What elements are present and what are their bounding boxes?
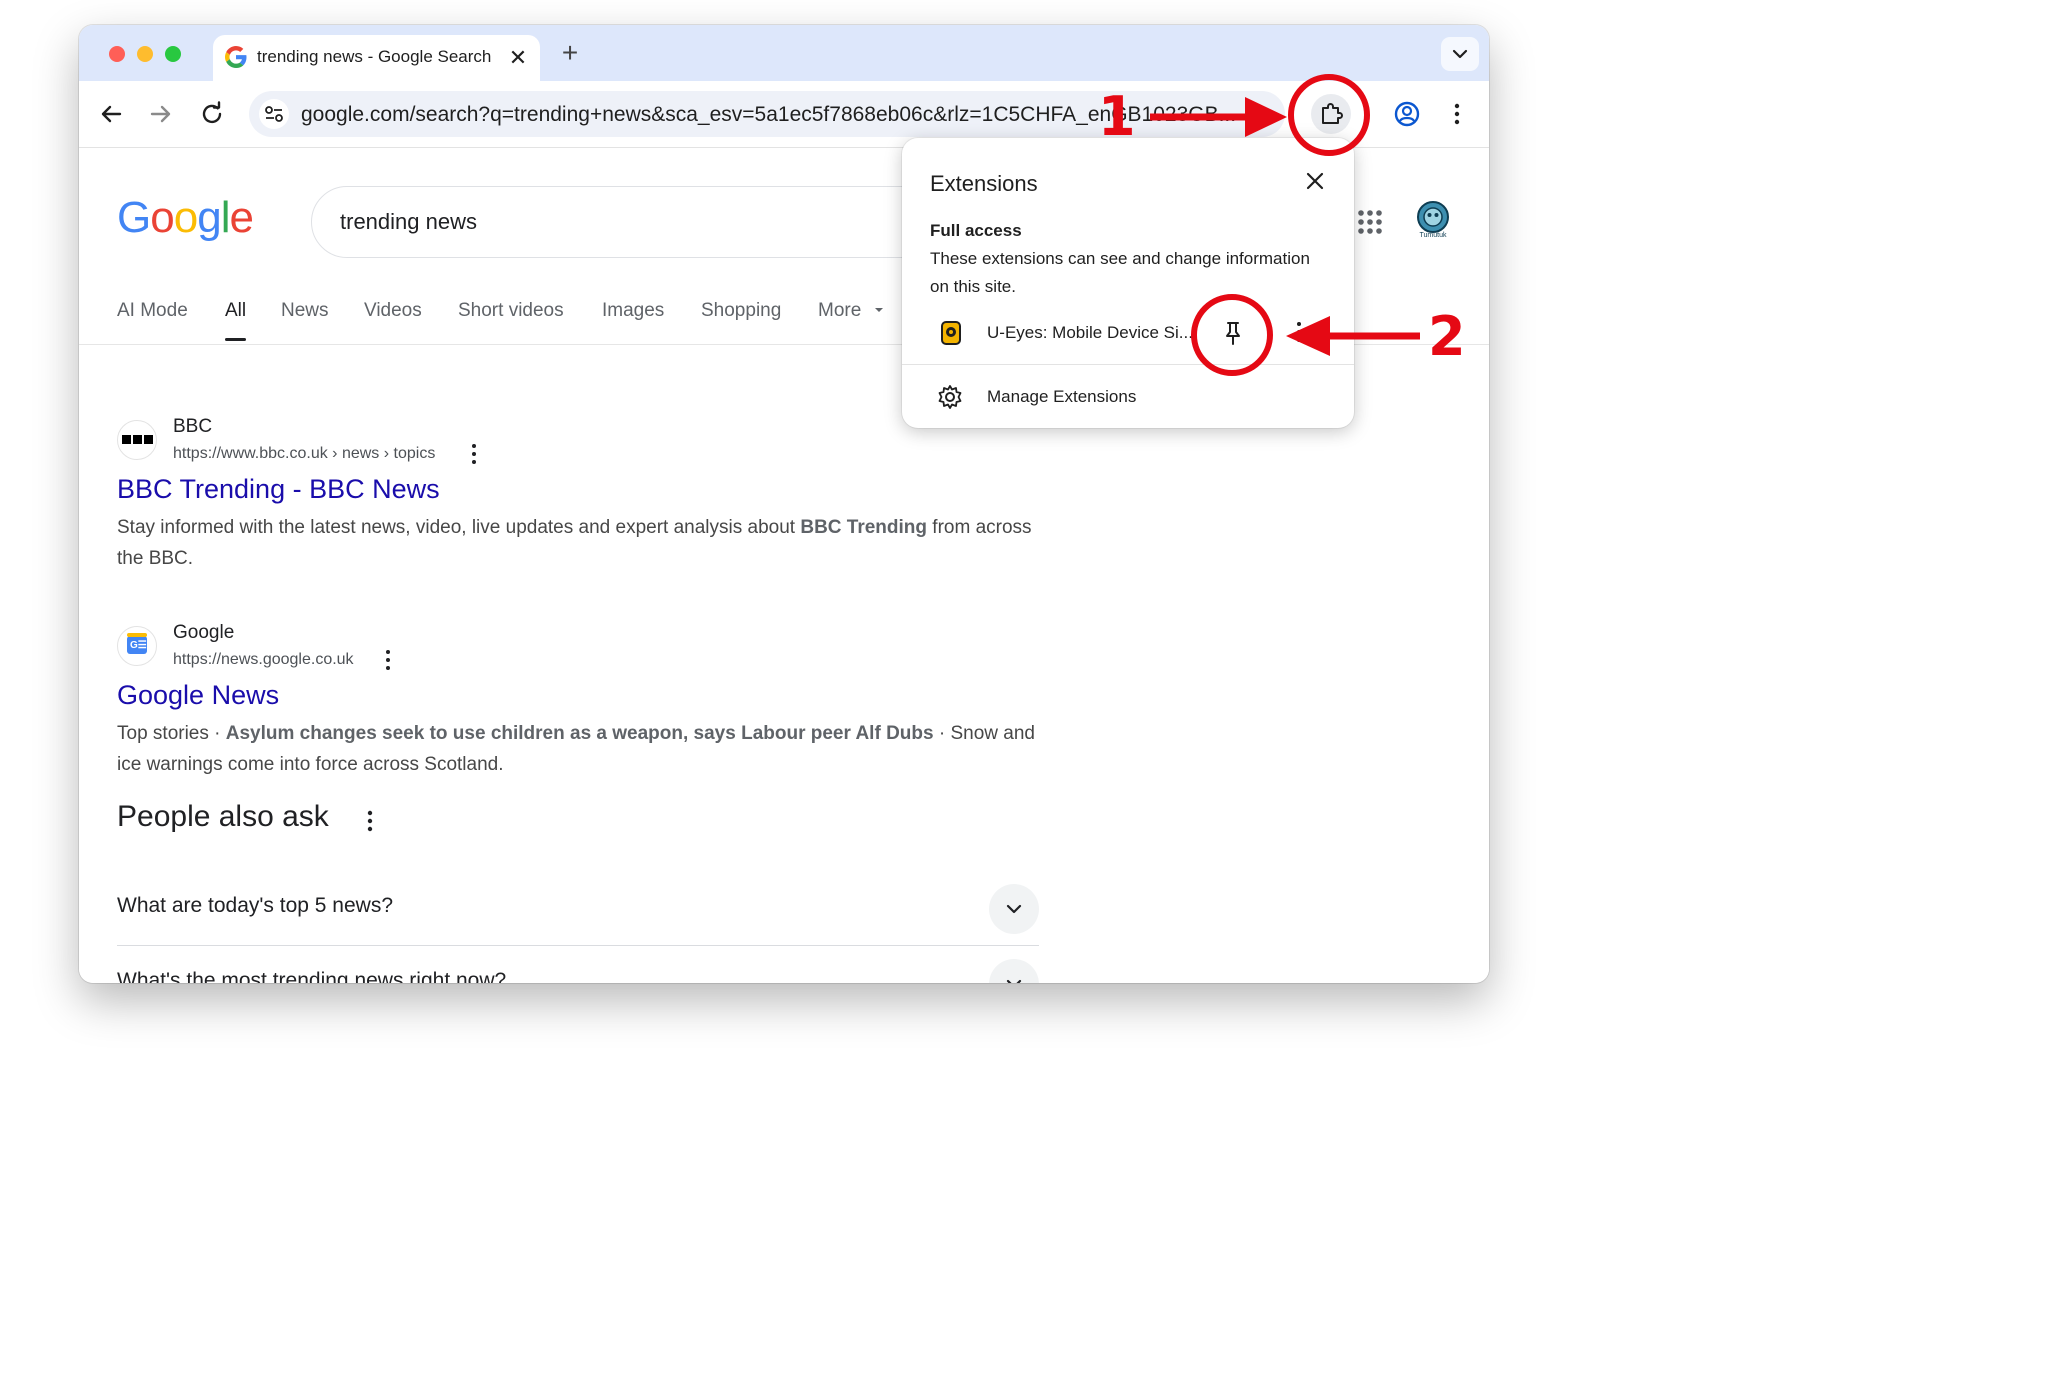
manage-extensions-link[interactable]: Manage Extensions — [987, 387, 1136, 407]
tab-ai-mode[interactable]: AI Mode — [117, 300, 188, 322]
result-title-link[interactable]: Google News — [117, 680, 279, 711]
avatar-label: Tumutuk — [1419, 232, 1447, 239]
chevron-down-icon — [1006, 904, 1022, 914]
result-snippet: Stay informed with the latest news, vide… — [117, 512, 1047, 574]
menu-divider — [902, 364, 1354, 365]
u-eyes-extension-icon — [941, 321, 961, 345]
site-settings-button[interactable] — [259, 99, 289, 129]
tab-more[interactable]: More — [818, 300, 885, 322]
bbc-favicon — [117, 420, 157, 460]
extensions-menu: Extensions Full access These extensions … — [902, 138, 1354, 428]
extensions-menu-title: Extensions — [930, 171, 1038, 196]
tab-more-label: More — [818, 300, 862, 321]
paa-menu-icon[interactable] — [363, 808, 377, 834]
snippet-text: Top stories · — [117, 723, 226, 744]
tab-close-icon[interactable]: ✕ — [505, 45, 531, 71]
tab-all[interactable]: All — [225, 300, 247, 341]
profile-icon[interactable] — [1391, 98, 1423, 130]
zoom-window-button[interactable] — [165, 46, 181, 62]
snippet-highlight: BBC Trending — [800, 517, 928, 538]
extension-more-icon[interactable] — [1292, 319, 1306, 345]
new-tab-button[interactable]: + — [555, 39, 585, 69]
puzzle-icon — [1322, 103, 1343, 124]
tab-news[interactable]: News — [281, 300, 329, 322]
back-icon[interactable] — [95, 98, 127, 130]
paa-question[interactable]: What's the most trending news right now? — [117, 945, 1039, 983]
full-access-heading: Full access — [930, 221, 1022, 240]
google-news-favicon: G☰ — [117, 626, 157, 666]
result-url[interactable]: https://news.google.co.uk — [173, 651, 354, 669]
expand-button[interactable] — [989, 884, 1039, 934]
result-site-name: Google — [173, 622, 235, 643]
google-logo[interactable]: Google — [117, 193, 254, 243]
logo-letter: o — [150, 193, 175, 242]
tab-strip: trending news - Google Search ✕ + — [79, 25, 1489, 81]
paa-question-text: What are today's top 5 news? — [117, 894, 393, 917]
gear-icon — [938, 385, 962, 409]
browser-menu-icon[interactable] — [1441, 98, 1473, 130]
pin-icon[interactable] — [1218, 316, 1248, 350]
logo-letter: G — [117, 193, 151, 242]
paa-question[interactable]: What are today's top 5 news? — [117, 870, 1039, 944]
close-window-button[interactable] — [109, 46, 125, 62]
tab-shopping[interactable]: Shopping — [701, 300, 781, 322]
apps-grid-icon[interactable] — [1357, 209, 1383, 235]
account-avatar[interactable]: Tumutuk — [1412, 199, 1454, 241]
snippet-highlight: Asylum changes seek to use children as a… — [225, 723, 934, 744]
logo-letter: o — [173, 193, 199, 242]
minimize-window-button[interactable] — [137, 46, 153, 62]
search-query: trending news — [340, 209, 477, 234]
close-icon[interactable] — [1302, 168, 1328, 194]
google-favicon-icon — [225, 46, 247, 68]
caret-down-icon — [874, 308, 883, 312]
result-snippet: Top stories · Asylum changes seek to use… — [117, 718, 1047, 780]
tab-title: trending news - Google Search — [257, 47, 492, 66]
extension-item-name[interactable]: U-Eyes: Mobile Device Si... — [987, 323, 1197, 343]
result-title-link[interactable]: BBC Trending - BBC News — [117, 474, 440, 505]
result-menu-icon[interactable] — [381, 648, 395, 672]
result-url[interactable]: https://www.bbc.co.uk › news › topics — [173, 445, 435, 463]
tab-short-videos[interactable]: Short videos — [458, 300, 564, 322]
full-access-description: These extensions can see and change info… — [930, 249, 1310, 296]
expand-button[interactable] — [989, 959, 1039, 983]
chevron-down-icon — [1006, 979, 1022, 983]
logo-letter: g — [197, 193, 222, 242]
snippet-text: Stay informed with the latest news, vide… — [117, 517, 801, 538]
browser-tab[interactable]: trending news - Google Search ✕ — [213, 35, 540, 81]
logo-letter: e — [229, 193, 254, 242]
tune-icon — [265, 106, 283, 122]
people-also-ask-heading: People also ask — [117, 800, 329, 833]
extensions-button[interactable] — [1311, 94, 1351, 134]
step-1-label: 1 — [1098, 85, 1136, 148]
chevron-down-icon — [1452, 49, 1468, 59]
forward-icon[interactable] — [145, 98, 177, 130]
result-site-name: BBC — [173, 416, 213, 437]
result-menu-icon[interactable] — [467, 442, 481, 466]
step-2-label: 2 — [1428, 305, 1466, 368]
tab-search-button[interactable] — [1441, 37, 1479, 71]
tab-images[interactable]: Images — [602, 300, 664, 322]
tab-videos[interactable]: Videos — [364, 300, 422, 322]
paa-question-text: What's the most trending news right now? — [117, 969, 507, 983]
reload-icon[interactable] — [196, 98, 228, 130]
